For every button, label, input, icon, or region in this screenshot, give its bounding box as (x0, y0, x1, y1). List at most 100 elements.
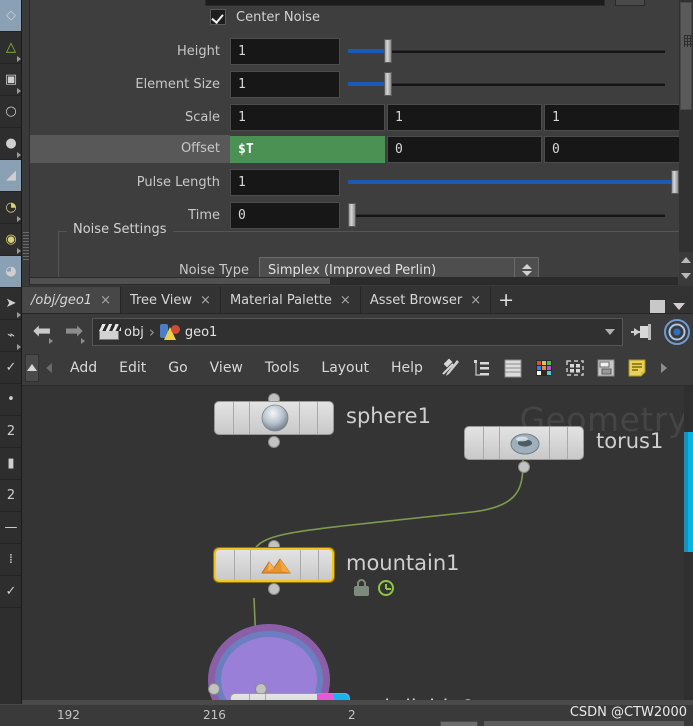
torus1-body[interactable] (464, 426, 584, 460)
time-slider-knob[interactable] (348, 203, 356, 227)
shelf-tool-mountain-icon[interactable]: ◢ (0, 160, 22, 192)
subdivide0-input-port-0[interactable] (208, 683, 220, 695)
offset-input-z[interactable]: 0 (544, 135, 689, 163)
path-dropdown-chevron-down-icon[interactable] (605, 329, 615, 335)
hscrollbar-thumb[interactable] (30, 278, 330, 284)
sphere1-body[interactable] (214, 401, 334, 435)
splitter-grip[interactable] (23, 232, 29, 260)
menu-go[interactable]: Go (157, 360, 198, 376)
scrollbar-thumb[interactable] (680, 2, 692, 110)
path-input[interactable]: obj › geo1 (92, 318, 623, 346)
height-input[interactable]: 1 (230, 37, 340, 65)
scale-input-x[interactable]: 1 (230, 103, 385, 131)
back-button[interactable]: ⬅ (28, 319, 56, 345)
shelf-tool-cup-icon[interactable]: ▮ (0, 448, 22, 480)
scale-input-z[interactable]: 1 (544, 103, 689, 131)
pulse-length-slider[interactable] (348, 169, 679, 196)
tab-close-icon[interactable]: × (200, 293, 211, 308)
shelf-tool-point-icon[interactable]: • (0, 384, 22, 416)
height-slider-knob[interactable] (384, 39, 392, 63)
forward-history-chevron-icon[interactable] (81, 338, 85, 344)
center-noise-checkbox[interactable] (210, 9, 226, 25)
time-dependent-icon[interactable] (378, 579, 394, 596)
offset-input-y[interactable]: 0 (387, 135, 542, 163)
layers-icon[interactable] (502, 357, 524, 379)
tab-close-icon[interactable]: × (340, 293, 351, 308)
path-segment-obj[interactable]: obj (99, 324, 144, 340)
clipped-button-above[interactable] (615, 0, 645, 6)
parameter-vertical-scrollbar[interactable] (679, 0, 693, 252)
forward-button[interactable]: ➡ (60, 319, 88, 345)
tab-close-icon[interactable]: × (100, 293, 111, 308)
menubar-scroll-left-button[interactable] (39, 362, 59, 373)
network-vertical-scrollbar[interactable] (684, 386, 693, 704)
tab-obj-geo1[interactable]: /obj/geo1 × (22, 287, 121, 313)
wrench-screwdriver-icon[interactable] (440, 357, 462, 379)
target-button[interactable] (661, 318, 693, 346)
element-size-slider[interactable] (348, 71, 669, 98)
pane-menu-chevron-down-icon[interactable] (673, 303, 685, 310)
shelf-tool-two-b-icon[interactable]: 2 (0, 480, 22, 512)
scroll-up-button[interactable] (679, 252, 693, 268)
node-torus1[interactable]: torus1 (464, 426, 663, 473)
node-mountain1[interactable]: mountain1 (214, 540, 460, 596)
time-input[interactable]: 0 (230, 201, 340, 229)
shelf-tool-sphere-icon[interactable]: ● (0, 128, 22, 160)
height-slider[interactable] (348, 38, 669, 65)
shelf-tool-check2-icon[interactable]: ✓ (0, 576, 22, 608)
menu-view[interactable]: View (199, 360, 254, 376)
add-tab-button[interactable]: + (491, 287, 521, 313)
parameter-scroll-arrows[interactable] (679, 252, 693, 284)
tab-close-icon[interactable]: × (470, 293, 481, 308)
tab-tree-view[interactable]: Tree View × (121, 287, 221, 313)
shelf-tool-circle-icon[interactable]: ○ (0, 96, 22, 128)
network-editor[interactable]: Geometry sphere1 torus1 mountain1 (22, 386, 693, 704)
color-palette-icon[interactable] (533, 357, 555, 379)
timeline-range-field[interactable] (484, 721, 684, 726)
parameter-horizontal-scrollbar[interactable] (30, 277, 678, 285)
tab-asset-browser[interactable]: Asset Browser × (361, 287, 492, 313)
offset-label[interactable]: Offset (30, 135, 230, 163)
shelf-tool-cone-icon[interactable]: △ (0, 32, 22, 64)
shelf-tool-line-icon[interactable]: — (0, 512, 22, 544)
mountain1-body[interactable] (214, 548, 334, 582)
shelf-tool-curve-icon[interactable]: ⌁ (0, 320, 22, 352)
element-size-slider-knob[interactable] (384, 72, 392, 96)
time-slider[interactable] (348, 202, 669, 229)
maximize-pane-icon[interactable] (650, 300, 665, 313)
timeline-control-button[interactable] (440, 721, 478, 726)
shelf-tool-two-a-icon[interactable]: 2 (0, 416, 22, 448)
menu-help[interactable]: Help (380, 360, 434, 376)
tree-list-icon[interactable] (471, 357, 493, 379)
sphere1-input-port[interactable] (268, 436, 280, 448)
center-noise-row[interactable]: Center Noise (210, 9, 320, 25)
mountain1-output-port[interactable] (268, 583, 280, 595)
snapshot-icon[interactable] (595, 357, 617, 379)
node-sphere1[interactable]: sphere1 (214, 393, 431, 448)
torus1-output-port[interactable] (518, 461, 530, 473)
timeline-bar[interactable]: 192 216 2 CSDN @CTW2000 (0, 704, 693, 726)
clipped-field-above[interactable] (205, 0, 605, 6)
pulse-length-input[interactable]: 1 (230, 168, 340, 196)
menu-add[interactable]: Add (59, 360, 108, 376)
offset-input-x[interactable]: $T (230, 135, 385, 163)
shelf-tool-yellow-dot-icon[interactable]: ◔ (0, 192, 22, 224)
overflow-arrow-icon[interactable] (657, 357, 679, 379)
pin-button[interactable] (627, 319, 657, 345)
shelf-tool-bucket-icon[interactable]: ▣ (0, 64, 22, 96)
menu-edit[interactable]: Edit (108, 360, 157, 376)
shelf-tool-light-icon[interactable]: ◉ (0, 224, 22, 256)
grid-select-icon[interactable] (564, 357, 586, 379)
menu-layout[interactable]: Layout (310, 360, 380, 376)
shelf-tool-uv-icon[interactable]: ◇ (0, 0, 22, 32)
scroll-down-button[interactable] (679, 268, 693, 284)
path-segment-geo1[interactable]: geo1 (159, 323, 217, 341)
scale-input-y[interactable]: 1 (387, 103, 542, 131)
shelf-tool-arrow-icon[interactable]: ➤ (0, 288, 22, 320)
left-tool-shelf[interactable]: ◇ △ ▣ ○ ● ◢ ◔ ◉ ◕ ➤ ⌁ ✓ • 2 ▮ 2 — ⁞ ✓ (0, 0, 22, 726)
element-size-input[interactable]: 1 (230, 70, 340, 98)
shelf-tool-check-icon[interactable]: ✓ (0, 352, 22, 384)
lock-icon[interactable] (354, 579, 369, 596)
menubar-collapse-button[interactable] (25, 353, 39, 382)
tab-material-palette[interactable]: Material Palette × (221, 287, 361, 313)
